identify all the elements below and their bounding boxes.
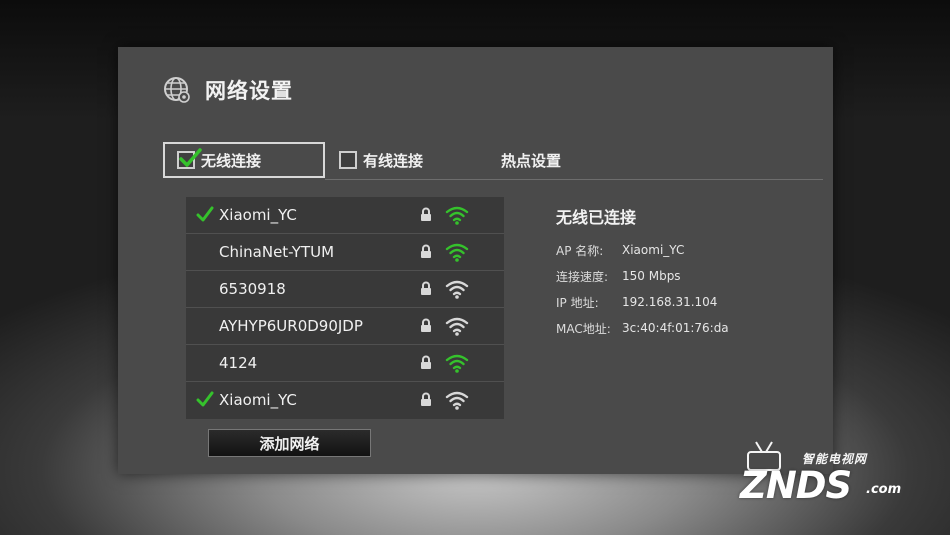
status-value: 3c:40:4f:01:76:da: [622, 321, 729, 335]
wifi-ssid: AYHYP6UR0D90JDP: [219, 317, 363, 335]
connection-tabs: 无线连接 有线连接 热点设置: [163, 142, 823, 180]
status-row: 连接速度: 150 Mbps: [556, 263, 729, 289]
tab-wired[interactable]: 有线连接: [339, 142, 459, 178]
wifi-ssid: Xiaomi_YC: [219, 391, 297, 409]
divider: [325, 179, 823, 180]
tab-wireless[interactable]: 无线连接: [163, 142, 325, 178]
wifi-signal-icon: [445, 206, 469, 225]
lock-icon: [421, 355, 431, 369]
status-row: IP 地址: 192.168.31.104: [556, 289, 729, 315]
status-label: IP 地址:: [556, 295, 599, 310]
wifi-list: Xiaomi_YC ChinaNet-YTUM 6530918 AYHYP6UR…: [186, 197, 504, 419]
status-row: MAC地址: 3c:40:4f:01:76:da: [556, 315, 729, 341]
status-label: 连接速度:: [556, 269, 609, 284]
tab-hotspot[interactable]: 热点设置: [501, 142, 591, 178]
lock-icon: [421, 318, 431, 332]
wifi-signal-icon: [445, 317, 469, 336]
wifi-row[interactable]: Xiaomi_YC: [186, 382, 504, 419]
lock-icon: [421, 281, 431, 295]
wifi-ssid: Xiaomi_YC: [219, 206, 297, 224]
status-value: 150 Mbps: [622, 269, 681, 283]
status-label: MAC地址:: [556, 321, 611, 336]
checkmark-icon: [179, 148, 202, 167]
watermark-main: ZNDS: [740, 464, 852, 507]
wifi-ssid: 4124: [219, 354, 258, 372]
tab-hotspot-label: 热点设置: [501, 151, 562, 170]
wifi-signal-icon: [445, 243, 469, 262]
wifi-signal-icon: [445, 354, 469, 373]
wired-checkbox[interactable]: [339, 151, 357, 169]
wifi-ssid: 6530918: [219, 280, 286, 298]
header: 网络设置: [163, 75, 293, 105]
status-row: AP 名称: Xiaomi_YC: [556, 237, 729, 263]
lock-icon: [421, 207, 431, 221]
tab-wired-label: 有线连接: [363, 151, 424, 170]
add-network-button[interactable]: 添加网络: [208, 429, 371, 457]
tab-wireless-label: 无线连接: [201, 151, 262, 170]
lock-icon: [421, 392, 431, 406]
wifi-row[interactable]: ChinaNet-YTUM: [186, 234, 504, 271]
connection-status: 无线已连接 AP 名称: Xiaomi_YC 连接速度: 150 Mbps IP…: [556, 204, 729, 341]
connected-check-icon: [196, 391, 214, 407]
status-value: Xiaomi_YC: [622, 243, 685, 257]
wifi-signal-icon: [445, 280, 469, 299]
znds-watermark-logo: 智能电视网 ZNDS .com: [738, 440, 913, 510]
status-value: 192.168.31.104: [622, 295, 718, 309]
wifi-row[interactable]: 6530918: [186, 271, 504, 308]
wifi-signal-icon: [445, 391, 469, 410]
wireless-checkbox[interactable]: [177, 148, 202, 169]
status-label: AP 名称:: [556, 243, 604, 258]
connected-check-icon: [196, 206, 214, 222]
wifi-ssid: ChinaNet-YTUM: [219, 243, 335, 261]
watermark-domain: .com: [866, 482, 902, 497]
lock-icon: [421, 244, 431, 258]
globe-settings-icon: [164, 77, 190, 103]
wifi-row[interactable]: Xiaomi_YC: [186, 197, 504, 234]
status-title: 无线已连接: [556, 208, 637, 227]
wifi-row[interactable]: AYHYP6UR0D90JDP: [186, 308, 504, 345]
settings-panel: 网络设置 无线连接 有线连接 热点设置 Xiaomi_YC ChinaNet-Y…: [118, 47, 833, 474]
wifi-row[interactable]: 4124: [186, 345, 504, 382]
page-title: 网络设置: [205, 79, 293, 103]
